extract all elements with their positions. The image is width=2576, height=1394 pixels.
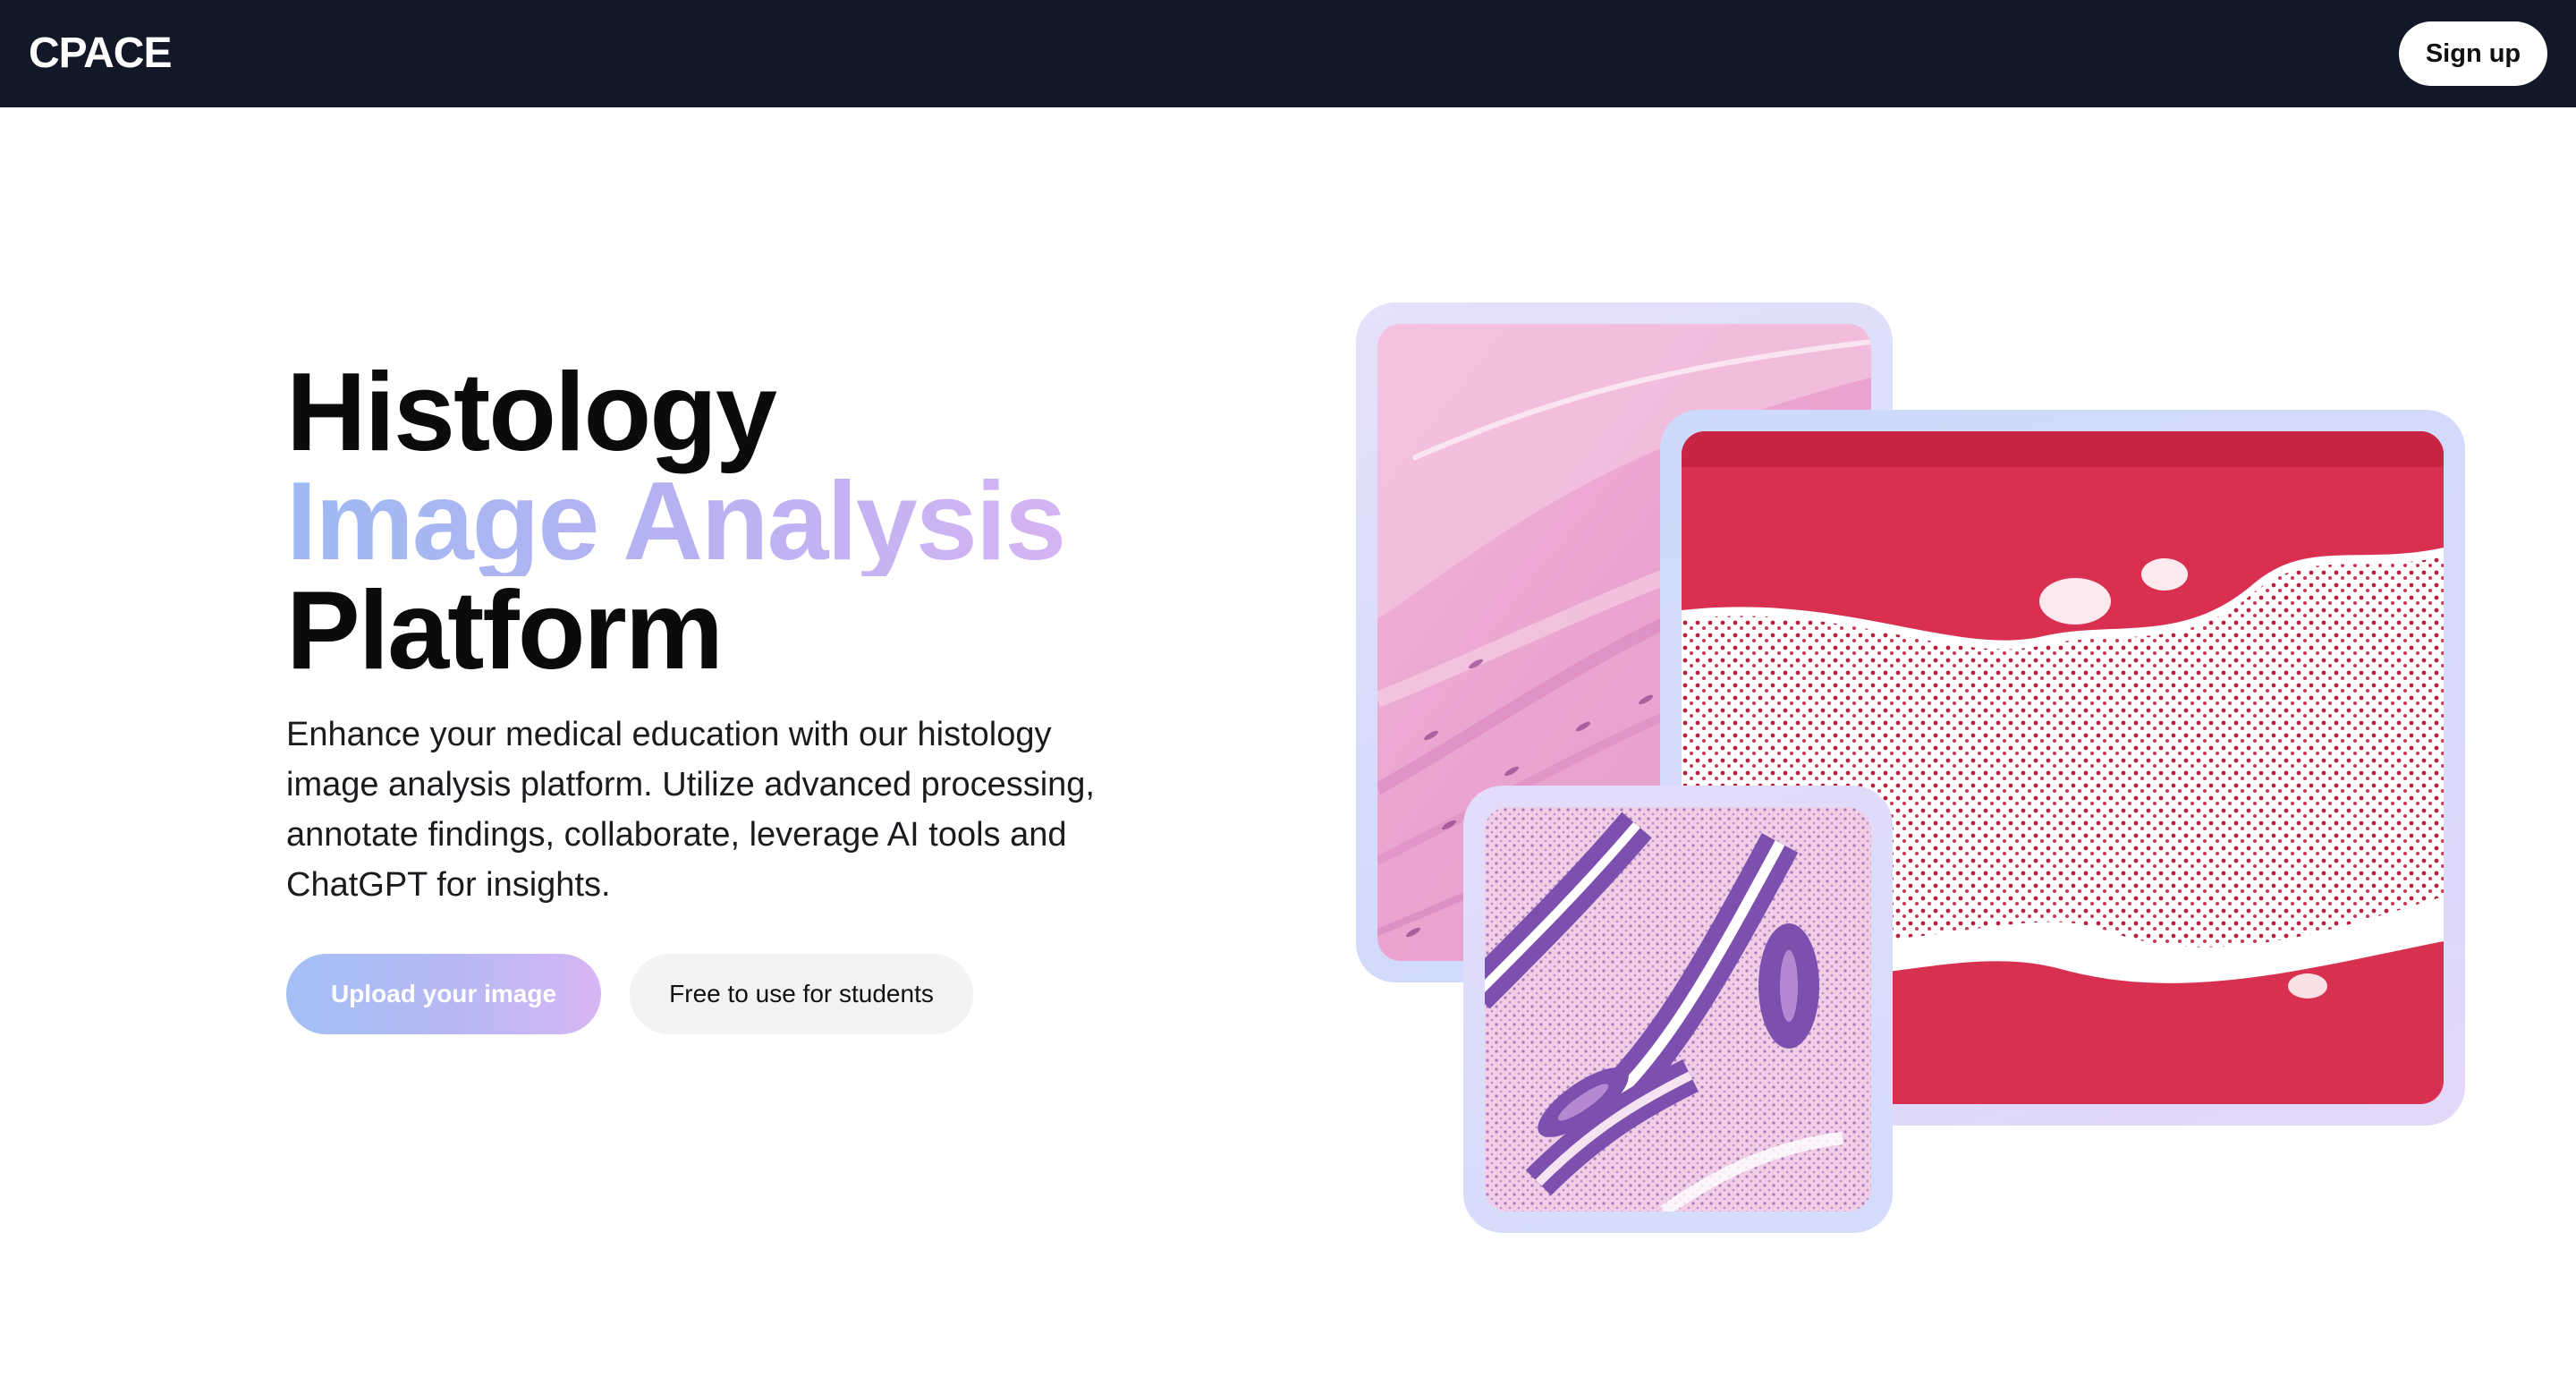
free-for-students-button[interactable]: Free to use for students: [630, 954, 973, 1034]
hero-title-line-3: Platform: [286, 569, 724, 693]
hero-title-gradient-line: Image Analysis: [286, 460, 1066, 583]
sign-up-button[interactable]: Sign up: [2399, 21, 2547, 86]
histology-image-glandular-tissue: [1485, 807, 1871, 1211]
hero-title-line-1: Histology: [286, 351, 777, 474]
top-nav-bar: CPACE Sign up: [0, 0, 2576, 107]
hero-title: Histology Image Analysis Platform: [286, 351, 1066, 693]
hero-description: Enhance your medical education with our …: [286, 716, 1095, 904]
upload-image-button[interactable]: Upload your image: [286, 954, 601, 1034]
cpace-logo[interactable]: CPACE: [29, 27, 172, 81]
histology-image-frame-3: [1463, 786, 1893, 1233]
